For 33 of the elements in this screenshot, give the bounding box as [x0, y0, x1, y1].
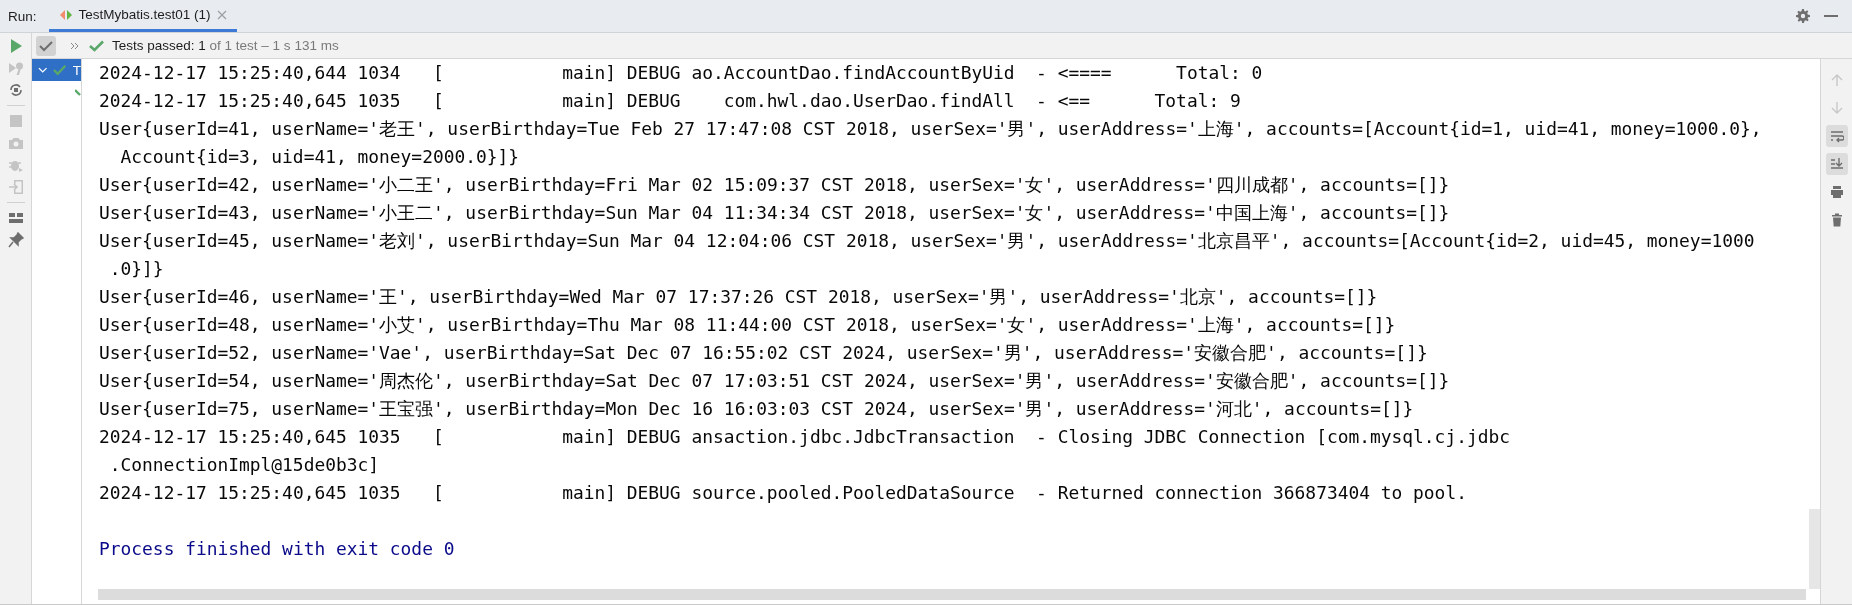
console-line: User{userId=43, userName='小王二', userBirthday=Sun Mar 04 11:34:34 CST 2018, userSex='女', userAddress='中国上海', accounts=[]} — [99, 201, 1450, 225]
chevron-down-icon[interactable] — [38, 66, 48, 74]
show-passed-button[interactable] — [36, 35, 56, 56]
console-line: 2024-12-17 15:25:40,645 1035 [ main] DEBUG source.pooled.PooledDataSource - Returned connection 366873404 to pool. — [99, 481, 1467, 505]
console-line: User{userId=52, userName='Vae', userBirthday=Sat Dec 07 16:55:02 CST 2024, userSex='男', userAddress='安徽合肥', accounts=[]} — [99, 341, 1428, 365]
scroll-end-icon[interactable] — [1825, 153, 1848, 175]
console-line: User{userId=54, userName='周杰伦', userBirthday=Sat Dec 07 17:03:51 CST 2024, userSex='男', userAddress='安徽合肥', accounts=[]} — [99, 369, 1450, 393]
console-line: User{userId=48, userName='小艾', userBirthday=Thu Mar 08 11:44:00 CST 2018, userSex='女', userAddress='上海', accounts=[]} — [99, 313, 1396, 337]
console-line: User{userId=46, userName='王', userBirthday=Wed Mar 07 17:37:26 CST 2018, userSex='男', userAddress='北京', accounts=[]} — [99, 285, 1378, 309]
more-icon[interactable] — [70, 41, 79, 50]
check-icon — [53, 64, 67, 76]
panel-title: Run: — [7, 8, 38, 24]
console-line: User{userId=42, userName='小二王', userBirthday=Fri Mar 02 15:09:37 CST 2018, userSex='女', userAddress='四川成都', accounts=[]} — [99, 173, 1450, 197]
console-line: User{userId=75, userName='王宝强', userBirthday=Mon Dec 16 16:03:03 CST 2024, userSex='男', userAddress='河北', accounts=[]} — [99, 397, 1414, 421]
console-line: .ConnectionImpl@15de0b3c] — [108, 453, 380, 477]
console-line: 2024-12-17 15:25:40,645 1035 [ main] DEBUG ansaction.jdbc.JdbcTransaction - Closing JDBC Connection [com.mysql.cj.jdbc — [99, 425, 1510, 449]
run-tab[interactable]: TestMybatis.test01 (1) — [48, 0, 237, 32]
horizontal-scrollbar[interactable] — [98, 589, 1806, 600]
console-line: .0}]} — [108, 257, 164, 281]
pin-icon[interactable] — [5, 230, 26, 250]
close-icon[interactable] — [216, 9, 227, 20]
wrap-icon[interactable] — [1825, 125, 1848, 147]
exit-message: Process finished with exit code 0 — [99, 537, 455, 561]
test-config-icon — [58, 8, 73, 21]
console-line: 2024-12-17 15:25:40,645 1035 [ main] DEBUG com.hwl.dao.UserDao.findAll - <== Total: 9 — [99, 89, 1241, 113]
vertical-scrollbar[interactable] — [1809, 509, 1820, 589]
settings-icon[interactable] — [1796, 9, 1810, 23]
console-line: User{userId=45, userName='老刘', userBirthday=Sun Mar 04 12:04:06 CST 2018, userSex='男', userAddress='北京昌平', accounts=[Account{id=2, uid=45, money=1000 — [99, 229, 1755, 253]
console-line: 2024-12-17 15:25:40,644 1034 [ main] DEBUG ao.AccountDao.findAccountByUid - <==== Total: 0 — [99, 61, 1263, 85]
console-line: User{userId=41, userName='老王', userBirthday=Tue Feb 27 17:47:08 CST 2018, userSex='男', userAddress='上海', accounts=[Account{id=1, uid=41, money=1000.0}, — [99, 117, 1762, 141]
console-line: Account{id=3, uid=41, money=2000.0}]} — [119, 145, 520, 169]
test-status-text: Tests passed: 1 of 1 test – 1 s 131 ms — [112, 38, 339, 53]
test-tree-item[interactable]: T — [32, 59, 81, 81]
